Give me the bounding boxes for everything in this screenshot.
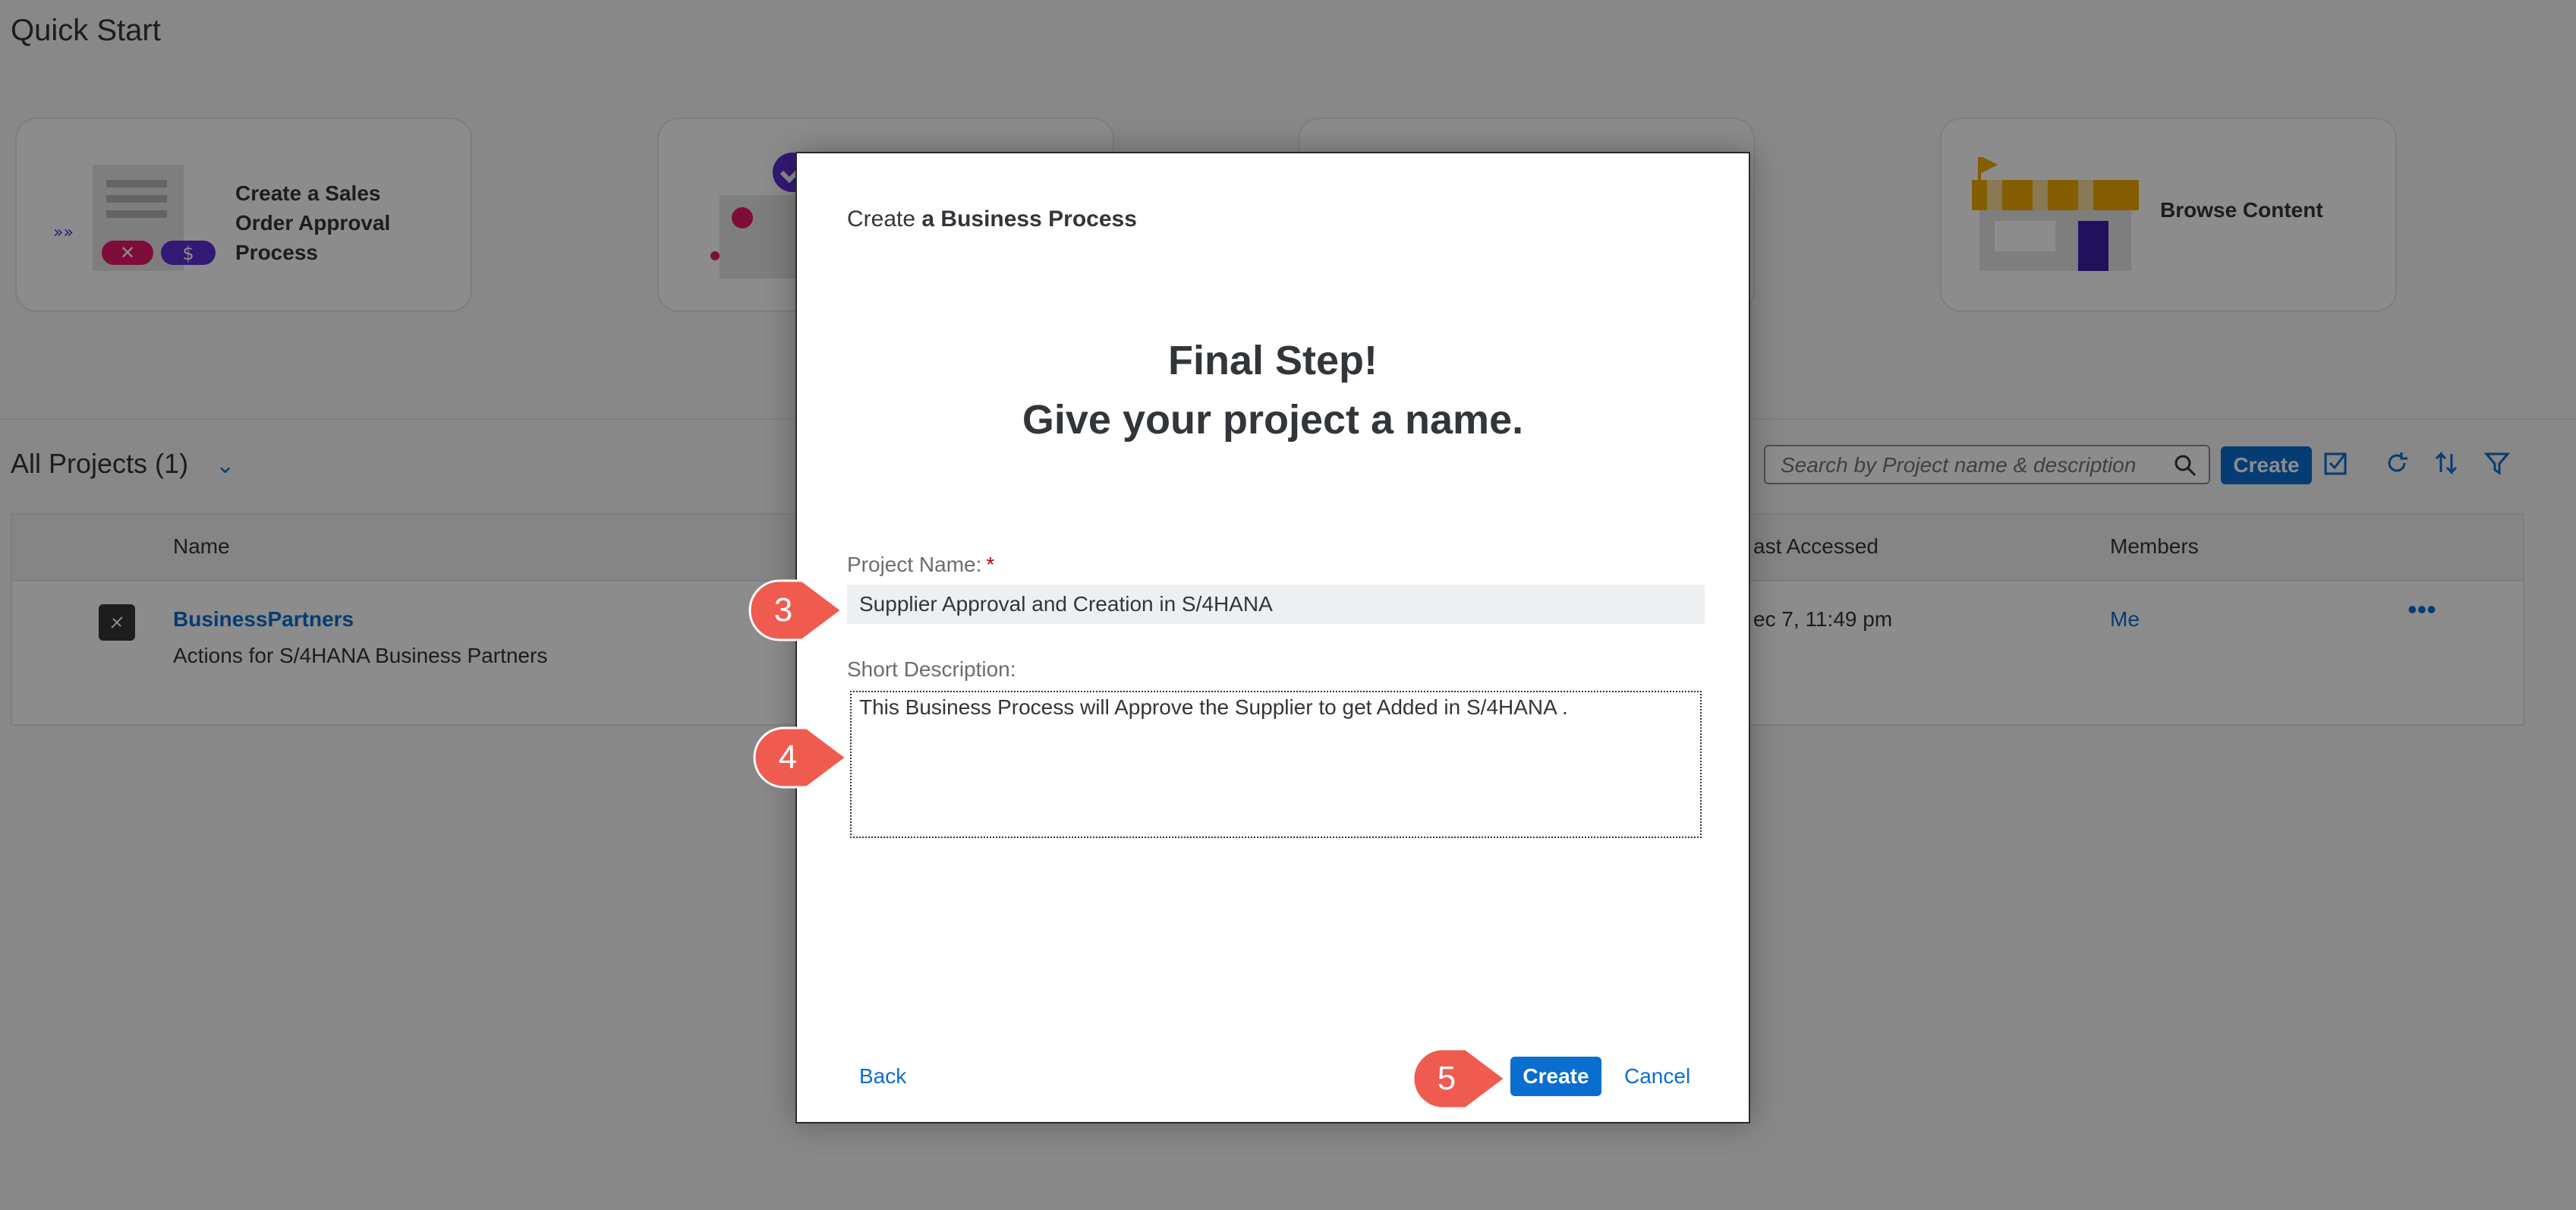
dialog-title-bold: a Business Process [921,206,1137,232]
step-callout-4: 4 [753,726,849,789]
project-name-label: Project Name: * [847,553,994,577]
create-button[interactable]: Create [1510,1057,1601,1096]
back-button[interactable]: Back [859,1064,906,1089]
create-business-process-dialog: Create a Business Process Final Step! Gi… [795,152,1750,1123]
dialog-title-prefix: Create [847,206,922,232]
step-callout-3: 3 [748,579,844,641]
step-number: 4 [778,739,798,776]
dialog-title: Create a Business Process [847,206,1137,232]
dialog-heading-line2: Give your project a name. [1022,397,1524,443]
project-name-field[interactable] [847,585,1705,624]
step-callout-5: 5 [1412,1048,1507,1110]
dialog-heading-line1: Final Step! [1167,338,1378,383]
cancel-button[interactable]: Cancel [1624,1064,1690,1089]
short-description-label: Short Description: [847,657,1016,681]
step-number: 5 [1437,1060,1456,1097]
short-description-field[interactable]: This Business Process will Approve the S… [850,691,1702,838]
project-name-label-text: Project Name: [847,553,982,576]
required-marker: * [986,553,995,576]
step-number: 3 [773,591,793,629]
